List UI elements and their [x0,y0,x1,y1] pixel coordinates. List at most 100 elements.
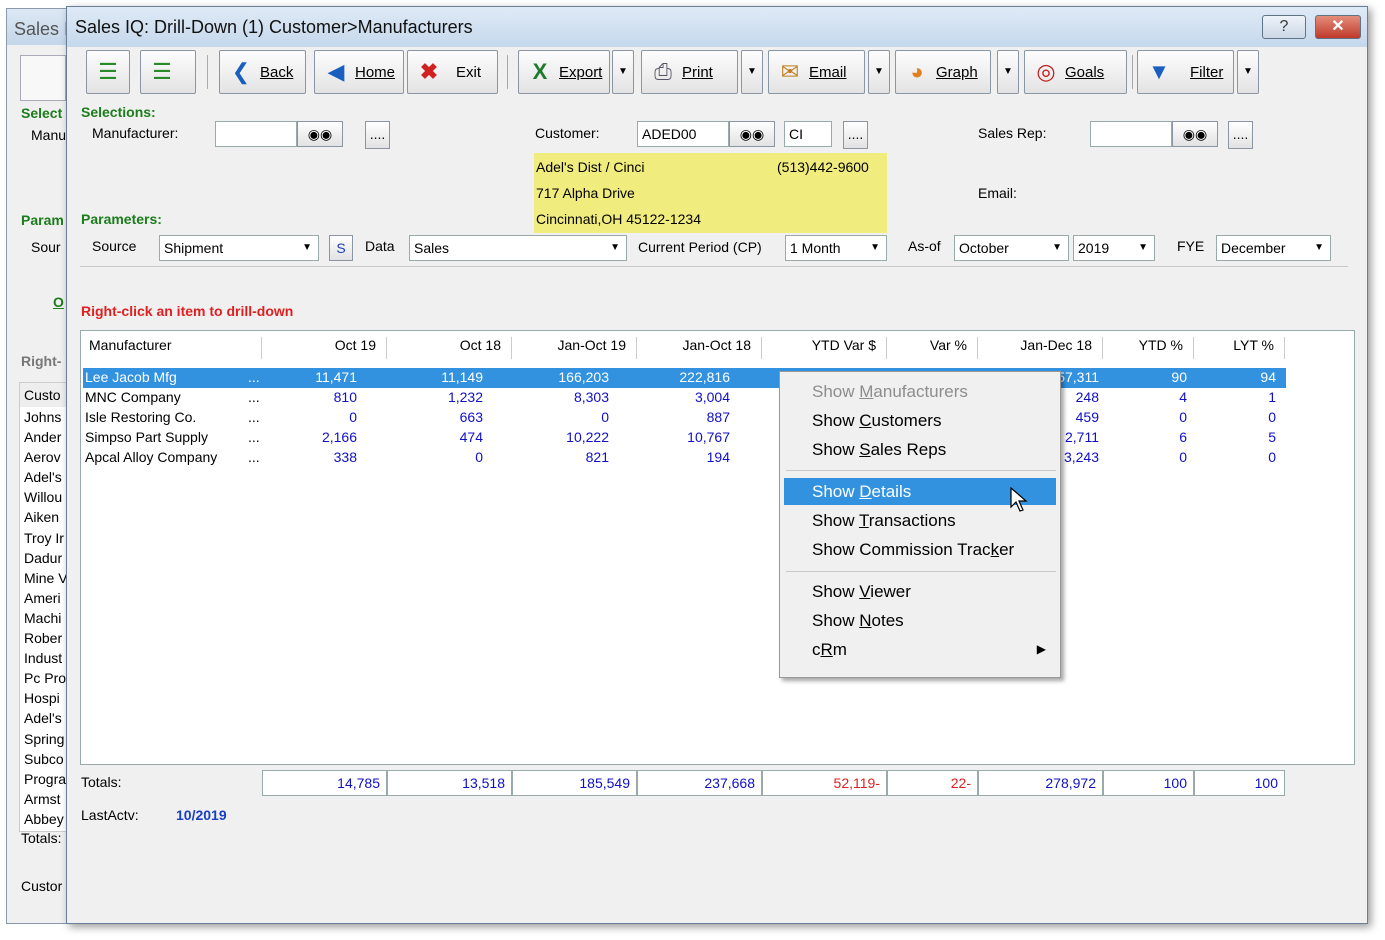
column-header-manufacturer[interactable]: Manufacturer [81,337,262,359]
cell-lyt-pct: 1 [1268,389,1276,405]
menu-item-show-manufacturers[interactable]: Show Manufacturers [784,378,1056,405]
salesrep-more-button[interactable]: .... [1228,121,1253,149]
last-activity-value: 10/2019 [176,807,227,823]
data-select[interactable]: Sales [409,235,627,261]
export-button[interactable]: X Export [518,50,610,94]
cell-janoct18: 194 [706,449,730,465]
email-button[interactable]: ✉ Email [768,50,865,94]
filter-button[interactable]: ▼ Filter [1137,50,1234,94]
table-row[interactable]: MNC Company ... 810 1,232 8,303 3,004 24… [83,388,1286,408]
table-row[interactable]: Apcal Alloy Company ... 338 0 821 194 3,… [83,448,1286,468]
column-header-ytd-pct[interactable]: YTD % [1103,337,1194,359]
column-header-oct19[interactable]: Oct 19 [262,337,387,359]
back-arrow-icon: ❮ [231,59,251,84]
parameters-heading: Parameters: [81,211,162,227]
salesrep-input[interactable] [1090,121,1172,147]
column-header-oct18[interactable]: Oct 18 [387,337,512,359]
menu-text: ales Reps [870,440,947,459]
source-select[interactable]: Shipment [159,235,319,261]
total-var-pct: 22- [887,770,978,796]
menu-item-show-sales-reps[interactable]: Show Sales Reps [784,436,1056,463]
cell-dots[interactable]: ... [248,369,260,385]
graph-label: Graph [936,63,978,81]
email-icon: ✉ [780,59,800,84]
window-title: Sales IQ: Drill-Down (1) Customer>Manufa… [75,17,473,37]
manufacturer-input[interactable] [215,121,297,147]
list-up-icon: ☰ [98,59,118,84]
table-row[interactable]: Lee Jacob Mfg ... 11,471 11,149 166,203 … [83,368,1286,388]
asof-label: As-of [908,238,941,254]
graph-dropdown[interactable]: ▼ [997,50,1019,94]
divider [80,266,1348,267]
cell-ytd-pct: 4 [1179,389,1187,405]
list-down-icon: ☰ [152,59,172,84]
printer-icon: ⎙ [654,59,672,84]
cell-janoct19: 8,303 [573,389,609,405]
list-down-button[interactable]: ☰ [140,50,196,94]
menu-item-show-commission-tracker[interactable]: Show Commission Tracker [784,536,1056,563]
total-ytd-var: 52,119- [762,770,887,796]
column-header-var-pct[interactable]: Var % [887,337,978,359]
menu-item-crm[interactable]: cRm ▶ [784,636,1056,663]
menu-item-show-notes[interactable]: Show Notes [784,607,1056,634]
column-header-janoct18[interactable]: Jan-Oct 18 [637,337,762,359]
fye-label: FYE [1177,238,1205,254]
export-dropdown[interactable]: ▼ [612,50,634,94]
column-header-jandec18[interactable]: Jan-Dec 18 [978,337,1103,359]
help-button[interactable]: ? [1262,15,1306,39]
table-row[interactable]: Isle Restoring Co. ... 0 663 0 887 459 0… [83,408,1286,428]
customer-search-button[interactable]: ◉◉ [729,121,775,147]
column-header-lyt-pct[interactable]: LYT % [1194,337,1285,359]
menu-text: Show [812,582,860,601]
customer-code-input[interactable]: ADED00 [637,121,729,147]
cell-dots[interactable]: ... [248,409,260,425]
manufacturer-more-button[interactable]: .... [365,121,390,149]
cell-dots[interactable]: ... [248,389,260,405]
data-label: Data [365,238,395,254]
table-row[interactable]: Simpso Part Supply ... 2,166 474 10,222 … [83,428,1286,448]
salesrep-search-button[interactable]: ◉◉ [1172,121,1218,147]
fye-select[interactable]: December [1216,235,1331,261]
cell-oct18: 11,149 [441,369,483,385]
menu-accel: N [859,611,872,630]
current-period-select[interactable]: 1 Month [785,235,887,261]
goals-button[interactable]: ◎ Goals [1024,50,1127,94]
exit-button[interactable]: ✖ Exit [407,50,498,94]
customer-suffix-input[interactable]: CI [784,121,832,147]
customer-more-button[interactable]: .... [843,121,868,149]
menu-item-show-customers[interactable]: Show Customers [784,407,1056,434]
menu-item-show-viewer[interactable]: Show Viewer [784,578,1056,605]
exit-x-icon: ✖ [419,59,439,84]
manufacturer-grid[interactable]: Manufacturer Oct 19 Oct 18 Jan-Oct 19 Ja… [80,330,1355,765]
asof-month-select[interactable]: October [954,235,1069,261]
column-header-ytd-var[interactable]: YTD Var $ [762,337,887,359]
cell-manufacturer: Apcal Alloy Company [85,449,218,465]
cell-dots[interactable]: ... [248,429,260,445]
close-button[interactable]: ✕ [1315,15,1361,39]
bg-link[interactable]: O [53,294,64,310]
cell-janoct19: 821 [585,449,609,465]
cell-jandec18: 2,711 [1065,429,1099,445]
print-dropdown[interactable]: ▼ [741,50,763,94]
pie-chart-icon: ◕ [910,59,924,84]
menu-text: Show [812,440,860,459]
cell-janoct19: 0 [601,409,609,425]
cell-dots[interactable]: ... [248,449,260,465]
print-button[interactable]: ⎙ Print [641,50,738,94]
source-s-button[interactable]: S [329,235,353,261]
title-bar[interactable]: Sales IQ: Drill-Down (1) Customer>Manufa… [67,7,1367,47]
email-dropdown[interactable]: ▼ [868,50,890,94]
graph-button[interactable]: ◕ Graph [895,50,991,94]
excel-icon: X [532,59,548,84]
menu-accel: k [990,540,1000,559]
bg-document-icon[interactable] [20,55,66,101]
filter-dropdown[interactable]: ▼ [1237,50,1259,94]
back-button[interactable]: ❮ Back [219,50,306,94]
export-up-button[interactable]: ☰ [86,50,130,94]
totals-label: Totals: [81,774,122,790]
home-button[interactable]: ◀ Home [314,50,404,94]
manufacturer-search-button[interactable]: ◉◉ [297,121,343,147]
column-header-janoct19[interactable]: Jan-Oct 19 [512,337,637,359]
toolbar-separator [1132,55,1133,89]
asof-year-select[interactable]: 2019 [1073,235,1155,261]
